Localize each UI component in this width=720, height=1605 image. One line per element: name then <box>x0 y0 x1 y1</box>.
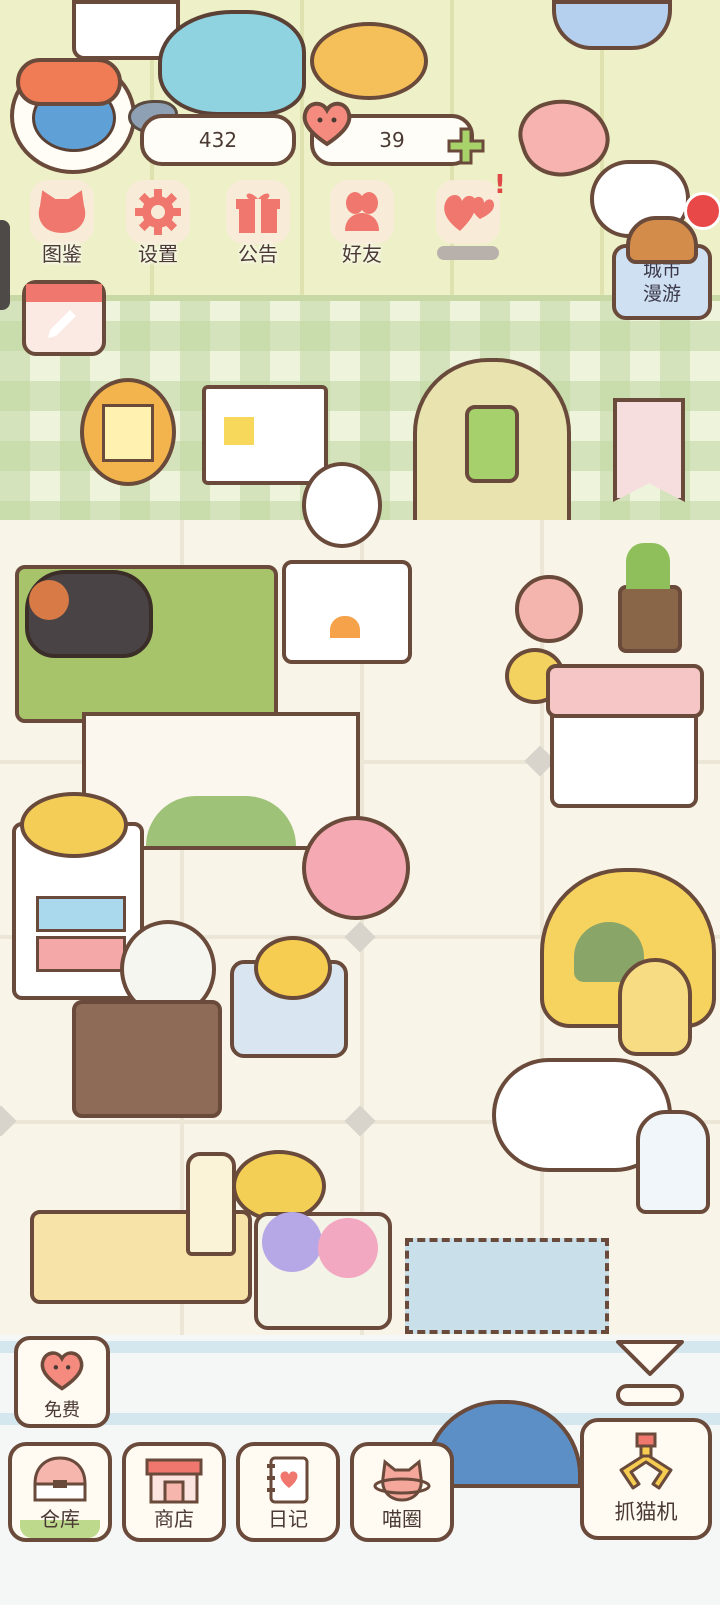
shop-icon <box>145 1458 203 1504</box>
balloon <box>515 575 583 643</box>
claw-icon <box>619 1432 673 1490</box>
milk-bottle <box>186 1152 236 1256</box>
heart-count: 39 <box>379 128 405 152</box>
menu-friends[interactable]: 好友 <box>322 180 402 266</box>
diary-icon <box>267 1456 309 1504</box>
menu-announcement-label: 公告 <box>238 242 278 266</box>
wall-calendar <box>202 385 328 485</box>
menu-collection-label: 图鉴 <box>42 242 82 266</box>
fish-count: 432 <box>198 128 238 152</box>
potted-plant <box>618 543 682 653</box>
dinosaur-toy <box>158 10 306 116</box>
notification-dot <box>684 192 720 230</box>
player-avatar[interactable] <box>10 58 136 174</box>
nav-storage-label: 仓库 <box>40 1507 80 1531</box>
polka-rug <box>405 1238 609 1334</box>
dog-head-icon <box>626 216 698 264</box>
heart-icon <box>300 98 354 148</box>
nav-diary[interactable]: 日记 <box>236 1442 340 1542</box>
chevron-down-icon <box>616 1340 684 1406</box>
hearts-icon <box>436 180 500 244</box>
nav-storage[interactable]: 仓库 <box>8 1442 112 1542</box>
nav-shop[interactable]: 商店 <box>122 1442 226 1542</box>
menu-friends-label: 好友 <box>342 242 382 266</box>
menu-settings-label: 设置 <box>138 242 178 266</box>
nav-cat-circle[interactable]: 喵圈 <box>350 1442 454 1542</box>
bunny-stove <box>282 560 412 664</box>
flower-cart <box>546 664 704 808</box>
menu-settings[interactable]: 设置 <box>118 180 198 266</box>
gift-icon <box>226 180 290 244</box>
fish-counter: 432 <box>140 114 296 166</box>
small-chair <box>230 936 348 1058</box>
cat-head-icon <box>30 180 94 244</box>
gear-icon <box>126 180 190 244</box>
city-roam-line2: 漫游 <box>642 283 681 305</box>
collapse-arrow-button[interactable] <box>612 1338 688 1406</box>
free-heart-button[interactable]: 免费 <box>14 1336 110 1428</box>
nav-cat-circle-label: 喵圈 <box>382 1507 422 1531</box>
friends-icon <box>330 180 394 244</box>
calendar-button[interactable] <box>22 280 106 356</box>
nav-diary-label: 日记 <box>268 1507 308 1531</box>
bunny-head <box>302 462 382 548</box>
flower-frame <box>80 378 176 486</box>
duck-toy <box>20 792 128 858</box>
calico-cat <box>25 570 153 658</box>
free-label: 免费 <box>44 1400 80 1421</box>
claw-machine-label: 抓猫机 <box>614 1500 678 1524</box>
side-pull-tab[interactable] <box>0 220 10 310</box>
side-table <box>72 1000 222 1118</box>
menu-collection[interactable]: 图鉴 <box>22 180 102 266</box>
nav-shop-label: 商店 <box>154 1507 194 1531</box>
blonde-girl <box>618 958 692 1056</box>
blue-cushion <box>552 0 672 50</box>
camellia-pot <box>302 816 410 920</box>
storage-icon <box>33 1456 87 1502</box>
menu-hearts-progress <box>437 246 499 260</box>
hydrangea-pot <box>254 1212 392 1330</box>
alert-exclaim-icon: ! <box>494 170 506 200</box>
melon-bun <box>310 22 428 100</box>
menu-announcement[interactable]: 公告 <box>218 180 298 266</box>
add-hearts-button[interactable] <box>446 126 486 166</box>
candy-jar <box>636 1110 710 1214</box>
claw-machine-button[interactable]: 抓猫机 <box>580 1418 712 1540</box>
cat-planet-icon <box>373 1459 431 1502</box>
free-heart-icon <box>40 1351 84 1391</box>
hanging-charm <box>465 405 519 483</box>
sushi-hat <box>16 58 122 106</box>
calendar-pencil-icon <box>26 284 102 338</box>
